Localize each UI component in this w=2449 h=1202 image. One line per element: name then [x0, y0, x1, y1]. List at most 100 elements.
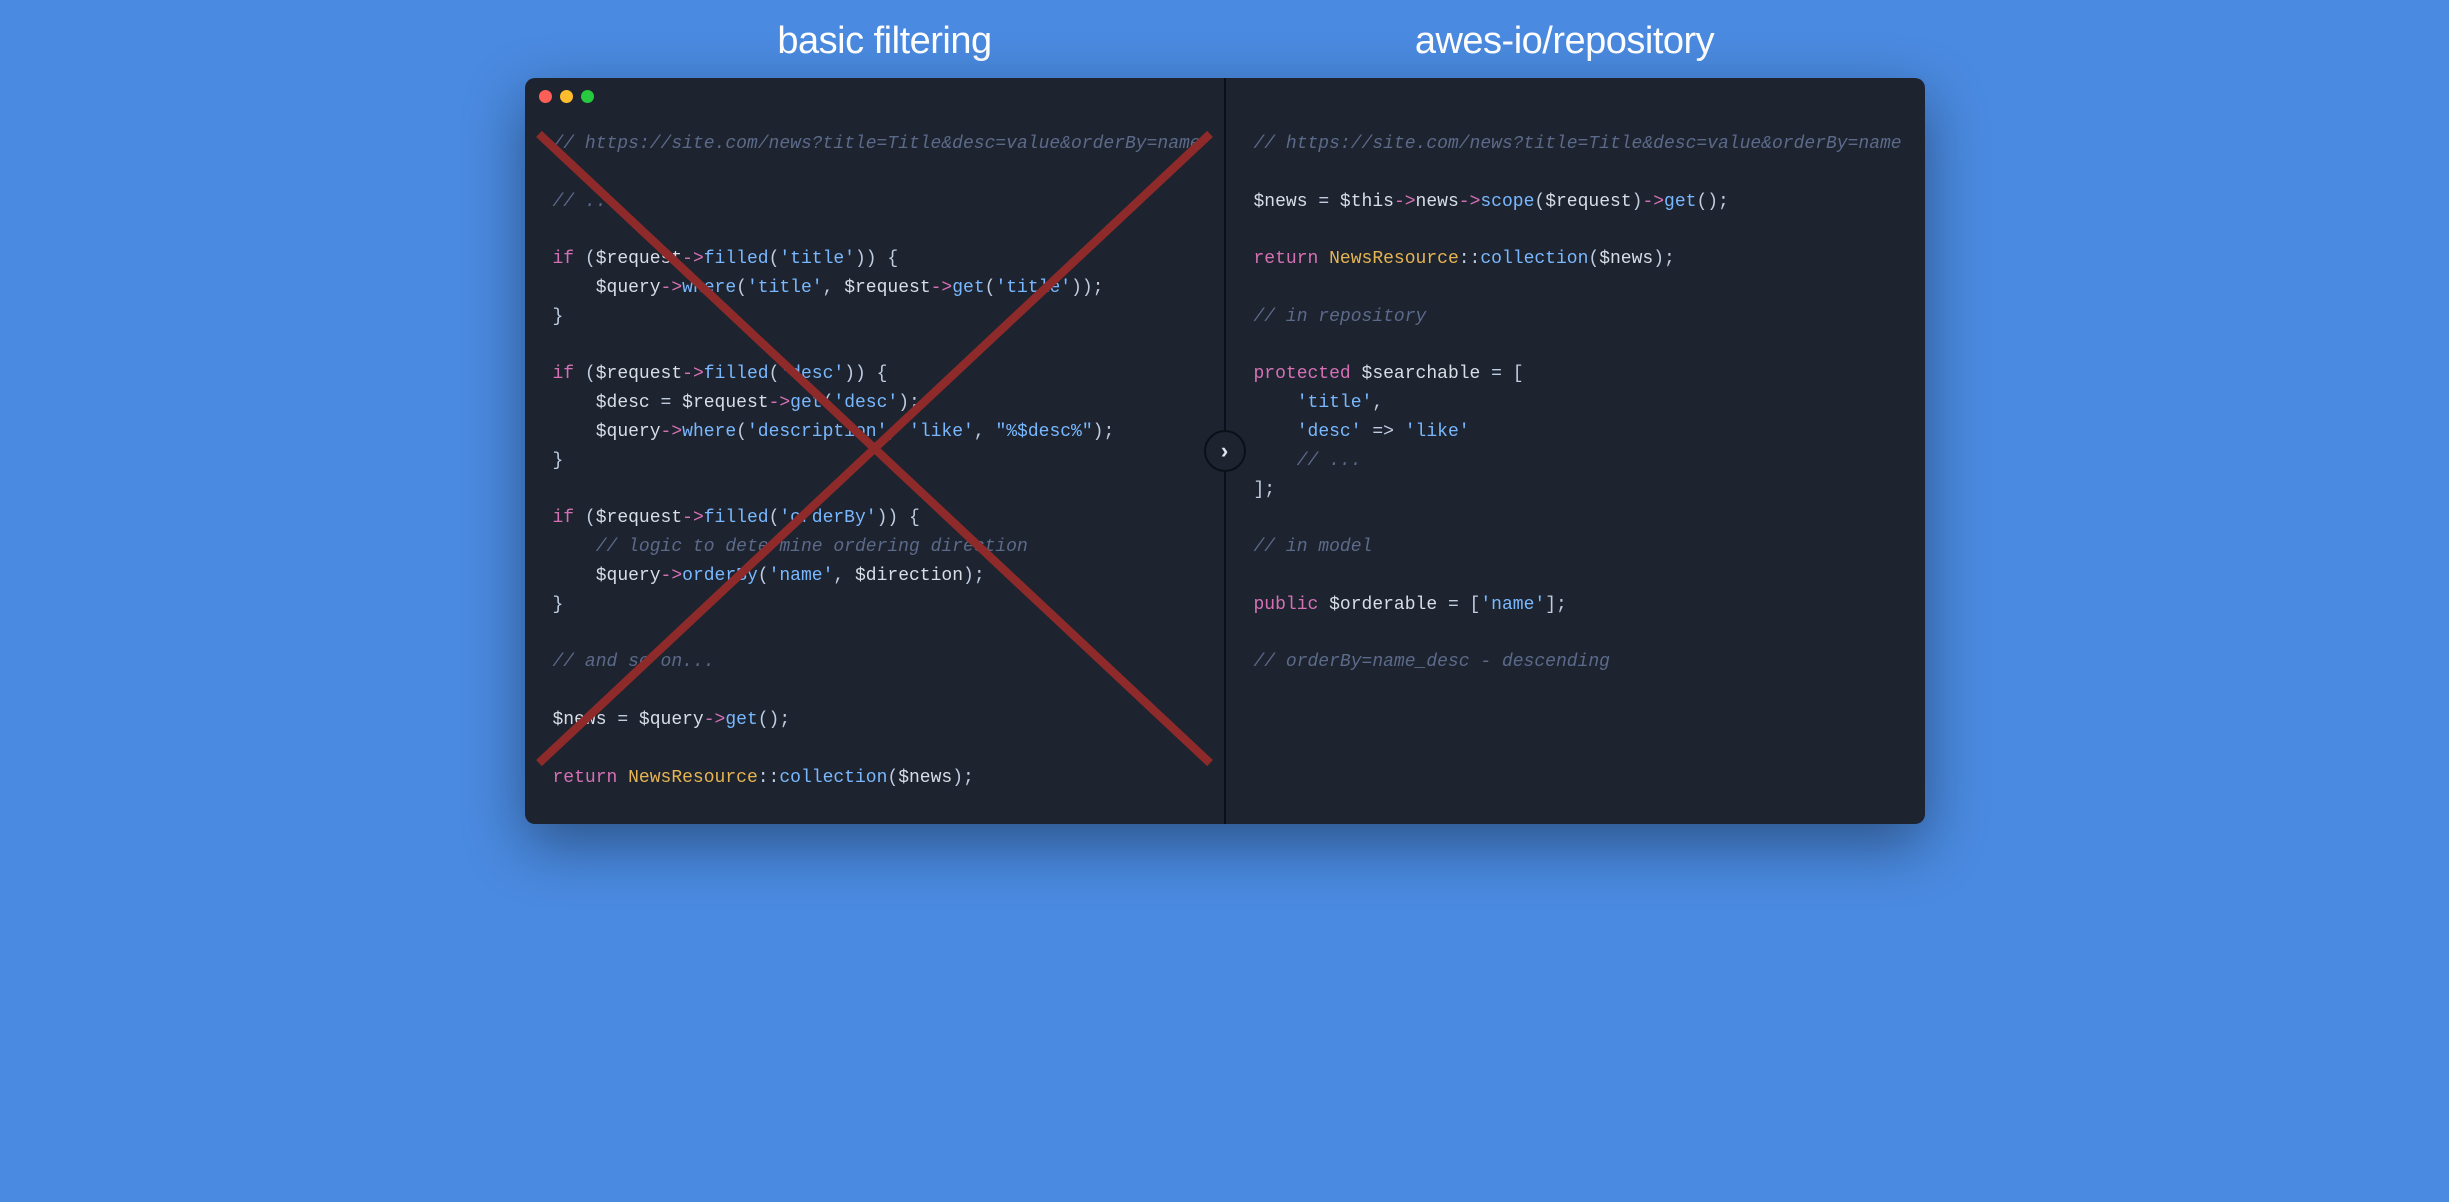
code-string: 'desc' [779, 364, 844, 384]
code-op: -> [1459, 192, 1481, 212]
code-punc: = [ [1437, 595, 1480, 615]
headings-row: basic filtering awes-io/repository [525, 20, 1925, 63]
chevron-right-icon: › [1221, 438, 1228, 464]
code-fn: collection [779, 768, 887, 788]
code-string: 'like' [1405, 422, 1470, 442]
code-var: $this [1340, 192, 1394, 212]
code-pane-left: // https://site.com/news?title=Title&des… [525, 78, 1226, 824]
code-var: $request [596, 364, 682, 384]
code-var: $query [639, 710, 704, 730]
code-punc: = [ [1480, 364, 1523, 384]
code-fn: filled [704, 364, 769, 384]
code-string: 'title' [995, 278, 1071, 298]
code-block-right: // https://site.com/news?title=Title&des… [1254, 130, 1897, 677]
code-op: -> [682, 508, 704, 528]
code-string: 'title' [747, 278, 823, 298]
code-string: 'name' [1480, 595, 1545, 615]
code-op: -> [661, 566, 683, 586]
code-op: -> [931, 278, 953, 298]
code-punc: } [553, 595, 564, 615]
code-punc: ) [1632, 192, 1643, 212]
code-fn: filled [704, 249, 769, 269]
minimize-icon[interactable] [560, 90, 573, 103]
code-var: $request [1545, 192, 1631, 212]
code-var: $query [596, 278, 661, 298]
code-punc: => [1362, 422, 1405, 442]
heading-left: basic filtering [545, 20, 1225, 63]
code-fn: get [1664, 192, 1696, 212]
code-keyword: return [553, 768, 618, 788]
code-block-left: // https://site.com/news?title=Title&des… [553, 130, 1196, 792]
heading-right: awes-io/repository [1225, 20, 1905, 63]
code-var: $request [682, 393, 768, 413]
code-var: $query [596, 566, 661, 586]
code-keyword: if [553, 249, 575, 269]
code-punc: ); [898, 393, 920, 413]
code-keyword: public [1254, 595, 1319, 615]
code-var: $news [1599, 249, 1653, 269]
code-op: -> [661, 422, 683, 442]
code-punc: (); [758, 710, 790, 730]
code-var: $desc [596, 393, 650, 413]
code-punc: } [553, 307, 564, 327]
code-keyword: if [553, 508, 575, 528]
code-fn: where [682, 278, 736, 298]
code-keyword: protected [1254, 364, 1351, 384]
code-string: 'title' [779, 249, 855, 269]
code-punc: ); [963, 566, 985, 586]
code-comment: // logic to determine ordering direction [596, 537, 1028, 557]
code-comment: // and so on... [553, 652, 715, 672]
code-op: -> [769, 393, 791, 413]
code-punc: , [833, 566, 855, 586]
code-string: 'desc' [833, 393, 898, 413]
code-op: -> [682, 249, 704, 269]
code-punc: = [607, 710, 639, 730]
zoom-icon[interactable] [581, 90, 594, 103]
code-class: NewsResource [628, 768, 758, 788]
code-op: -> [1642, 192, 1664, 212]
code-punc: :: [1459, 249, 1481, 269]
code-fn: filled [704, 508, 769, 528]
code-punc: )) { [844, 364, 887, 384]
code-pane-right: // https://site.com/news?title=Title&des… [1226, 78, 1925, 824]
code-var: $news [898, 768, 952, 788]
code-string: 'like' [909, 422, 974, 442]
code-comment: // orderBy=name_desc - descending [1254, 652, 1610, 672]
code-string: 'name' [769, 566, 834, 586]
code-punc: , [1372, 393, 1383, 413]
code-punc: :: [758, 768, 780, 788]
code-punc: ); [1093, 422, 1115, 442]
code-punc: ]; [1254, 480, 1276, 500]
code-class: NewsResource [1329, 249, 1459, 269]
code-var: $request [596, 249, 682, 269]
code-var: $request [596, 508, 682, 528]
code-punc: )) { [855, 249, 898, 269]
code-punc: , [887, 422, 909, 442]
code-var: $searchable [1362, 364, 1481, 384]
code-var: $query [596, 422, 661, 442]
code-punc: )) { [877, 508, 920, 528]
code-op: -> [661, 278, 683, 298]
code-var: $direction [855, 566, 963, 586]
code-punc: = [650, 393, 682, 413]
code-punc: } [553, 451, 564, 471]
code-comment: // ... [553, 192, 618, 212]
code-op: -> [682, 364, 704, 384]
code-punc: , [823, 278, 845, 298]
code-string: "%$desc%" [995, 422, 1092, 442]
code-comment: // https://site.com/news?title=Title&des… [553, 134, 1201, 154]
close-icon[interactable] [539, 90, 552, 103]
code-string: 'orderBy' [779, 508, 876, 528]
code-punc: ); [952, 768, 974, 788]
code-op: -> [1394, 192, 1416, 212]
code-fn: get [725, 710, 757, 730]
code-punc: ); [1653, 249, 1675, 269]
code-punc: ]; [1545, 595, 1567, 615]
code-var: $request [844, 278, 930, 298]
code-string: 'description' [747, 422, 887, 442]
code-var: $orderable [1329, 595, 1437, 615]
code-keyword: if [553, 364, 575, 384]
code-comment: // https://site.com/news?title=Title&des… [1254, 134, 1902, 154]
code-punc: , [974, 422, 996, 442]
code-punc: )); [1071, 278, 1103, 298]
